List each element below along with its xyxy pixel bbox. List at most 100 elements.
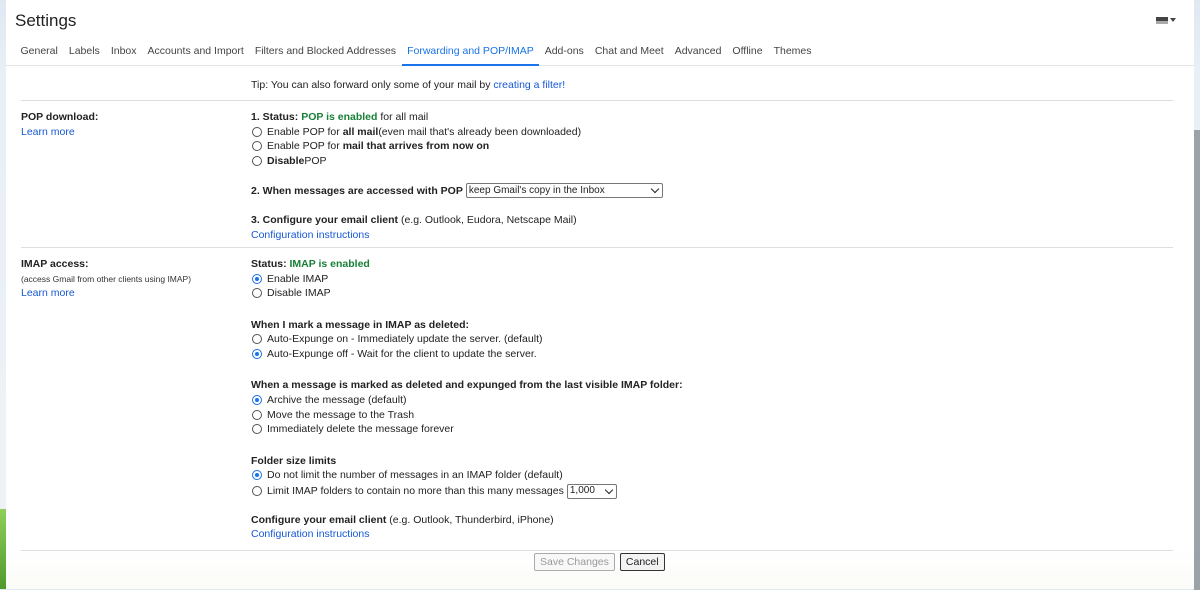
tab-forwarding-and-pop-imap[interactable]: Forwarding and POP/IMAP (401, 40, 540, 66)
settings-content: Tip: You can also forward only some of y… (21, 70, 1173, 551)
option-text-bold: Disable (267, 154, 305, 167)
pop-option-disable[interactable]: Disable POP (251, 154, 1151, 169)
imap-status-prefix: Status: (251, 258, 290, 270)
limit-radio[interactable] (252, 486, 262, 497)
save-changes-button[interactable]: Save Changes (534, 553, 615, 571)
pop-status-value: POP is enabled (301, 111, 378, 123)
form-buttons: Save Changes Cancel (534, 553, 665, 571)
imap-configure-label: Configure your email client (251, 513, 387, 526)
pop-access-select-value: keep Gmail's copy in the Inbox (468, 184, 605, 196)
imap-learn-more-link[interactable]: Learn more (21, 286, 246, 301)
imap-status-value: IMAP is enabled (289, 258, 370, 270)
pop-from-now-radio[interactable] (252, 141, 262, 152)
delete-forever-radio[interactable] (252, 424, 262, 435)
tip-row: Tip: You can also forward only some of y… (21, 70, 1173, 101)
pop-option-from-now-on[interactable]: Enable POP for mail that arrives from no… (251, 139, 1151, 154)
archive-option[interactable]: Archive the message (default) (251, 393, 1151, 408)
imap-section: IMAP access: (access Gmail from other cl… (21, 248, 1173, 551)
caret-down-icon (1170, 18, 1176, 22)
no-limit-radio[interactable] (252, 470, 262, 481)
auto-expunge-on-radio[interactable] (252, 334, 262, 345)
pop-configure: 3. Configure your email client (e.g. Out… (251, 213, 1151, 228)
option-text: Enable POP for (267, 125, 340, 138)
page-scrollbar[interactable] (1194, 130, 1200, 590)
pop-label: POP download: (21, 111, 99, 123)
imap-configuration-instructions-link[interactable]: Configuration instructions (251, 527, 1151, 542)
tab-offline[interactable]: Offline (727, 40, 768, 66)
tab-accounts-and-import[interactable]: Accounts and Import (142, 40, 249, 66)
tip-text: Tip: You can also forward only some of y… (251, 79, 494, 91)
option-text: Archive the message (default) (267, 393, 407, 406)
tab-inbox[interactable]: Inbox (105, 40, 142, 66)
tab-labels[interactable]: Labels (63, 40, 105, 66)
imap-disable-option[interactable]: Disable IMAP (251, 286, 1151, 301)
pop-access-label: 2. When messages are accessed with POP (251, 184, 463, 197)
pop-status-prefix: 1. Status: (251, 111, 302, 123)
trash-option[interactable]: Move the message to the Trash (251, 407, 1151, 422)
settings-tabs: General Labels Inbox Accounts and Import… (6, 40, 1194, 66)
imap-label: IMAP access: (21, 258, 89, 270)
imap-deleted-heading: When I mark a message in IMAP as deleted… (251, 318, 470, 331)
imap-sublabel: (access Gmail from other clients using I… (21, 273, 192, 284)
pop-disable-radio[interactable] (252, 155, 262, 166)
chevron-down-icon (650, 185, 660, 194)
settings-panel: Settings General Labels Inbox Accounts a… (6, 0, 1194, 589)
chevron-down-icon (604, 485, 614, 494)
option-text: Enable POP for (267, 140, 340, 153)
cancel-button[interactable]: Cancel (619, 553, 665, 571)
input-tools-menu[interactable] (1156, 16, 1176, 24)
pop-configure-label: 3. Configure your email client (251, 214, 399, 227)
auto-expunge-off-option[interactable]: Auto-Expunge off - Wait for the client t… (251, 347, 1151, 362)
pop-section: POP download: Learn more 1. Status: POP … (21, 101, 1173, 248)
option-text: Do not limit the number of messages in a… (267, 469, 563, 482)
imap-configure-hint: (e.g. Outlook, Thunderbird, iPhone) (386, 513, 554, 526)
imap-enable-radio[interactable] (252, 273, 262, 284)
trash-radio[interactable] (252, 409, 262, 420)
pop-configuration-instructions-link[interactable]: Configuration instructions (251, 228, 1151, 243)
page-title: Settings (15, 10, 77, 30)
option-text: Enable IMAP (267, 272, 329, 285)
limit-option[interactable]: Limit IMAP folders to contain no more th… (251, 483, 1151, 500)
pop-learn-more-link[interactable]: Learn more (21, 125, 246, 140)
settings-header: Settings (6, 0, 1194, 40)
option-text: Move the message to the Trash (267, 408, 415, 421)
pop-access-select[interactable]: keep Gmail's copy in the Inbox (465, 183, 663, 199)
option-text-bold: mail that arrives from now on (342, 140, 490, 153)
pop-status-suffix: for all mail (377, 111, 429, 123)
option-text: Limit IMAP folders to contain no more th… (267, 485, 564, 497)
keyboard-icon (1156, 16, 1168, 24)
option-text: Immediately delete the message forever (267, 423, 454, 436)
tab-filters-and-blocked-addresses[interactable]: Filters and Blocked Addresses (249, 40, 401, 66)
auto-expunge-on-option[interactable]: Auto-Expunge on - Immediately update the… (251, 332, 1151, 347)
folder-size-heading: Folder size limits (251, 454, 337, 467)
option-text-bold: all mail (342, 125, 379, 138)
pop-configure-hint: (e.g. Outlook, Eudora, Netscape Mail) (398, 214, 577, 227)
pop-all-mail-radio[interactable] (252, 126, 262, 137)
create-filter-link[interactable]: creating a filter! (493, 79, 565, 91)
archive-radio[interactable] (252, 395, 262, 406)
imap-expunged-heading: When a message is marked as deleted and … (251, 379, 683, 392)
delete-forever-option[interactable]: Immediately delete the message forever (251, 422, 1151, 437)
pop-status: 1. Status: POP is enabled for all mail (251, 110, 1151, 125)
tab-add-ons[interactable]: Add-ons (539, 40, 589, 66)
pop-access-setting: 2. When messages are accessed with POP k… (251, 183, 1151, 199)
folder-limit-select[interactable]: 1,000 (566, 483, 617, 499)
tab-themes[interactable]: Themes (768, 40, 817, 66)
option-text: POP (304, 154, 327, 167)
imap-status: Status: IMAP is enabled (251, 257, 1151, 272)
imap-configure: Configure your email client (e.g. Outloo… (251, 513, 1151, 528)
no-limit-option[interactable]: Do not limit the number of messages in a… (251, 468, 1151, 483)
auto-expunge-off-radio[interactable] (252, 349, 262, 360)
folder-limit-select-value: 1,000 (569, 485, 595, 496)
imap-enable-option[interactable]: Enable IMAP (251, 272, 1151, 287)
pop-option-all-mail[interactable]: Enable POP for all mail (even mail that'… (251, 125, 1151, 140)
filter-tip: Tip: You can also forward only some of y… (251, 79, 565, 91)
tab-general[interactable]: General (15, 40, 63, 66)
option-text: Auto-Expunge on - Immediately update the… (267, 333, 543, 346)
option-text: Auto-Expunge off - Wait for the client t… (267, 347, 537, 360)
option-text: Disable IMAP (267, 287, 331, 300)
tab-advanced[interactable]: Advanced (669, 40, 727, 66)
tab-chat-and-meet[interactable]: Chat and Meet (589, 40, 669, 66)
option-text: (even mail that's already been downloade… (378, 125, 582, 138)
imap-disable-radio[interactable] (252, 288, 262, 299)
